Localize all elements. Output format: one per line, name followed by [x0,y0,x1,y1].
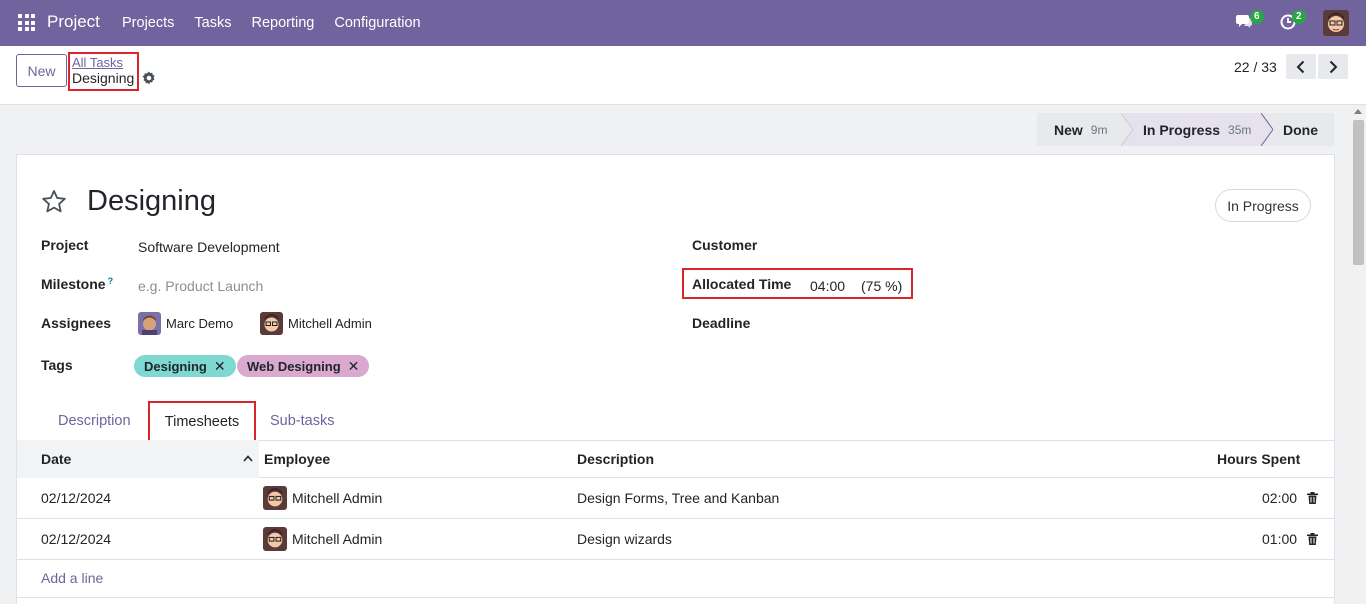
breadcrumb-current: Designing [72,70,135,86]
milestone-field[interactable]: e.g. Product Launch [138,278,263,294]
new-button[interactable]: New [16,54,67,87]
control-panel: New All Tasks Designing 22 / 33 [0,46,1366,105]
menu-configuration[interactable]: Configuration [334,15,420,31]
breadcrumb-all-tasks[interactable]: All Tasks [72,56,137,70]
assignee-name: Mitchell Admin [288,316,372,331]
allocated-time-percent: (75 %) [861,278,903,294]
scroll-thumb[interactable] [1353,120,1364,265]
stage-duration: 35m [1228,122,1252,137]
avatar [263,527,287,551]
milestone-label: Milestone? [41,276,114,292]
pager-value[interactable]: 22 / 33 [1234,59,1277,75]
assignee-mitchell-admin[interactable]: Mitchell Admin [260,312,372,335]
user-avatar[interactable] [1323,10,1349,36]
pager-next-button[interactable] [1318,54,1348,79]
chevron-left-icon [1296,60,1305,73]
column-hours-spent[interactable]: Hours Spent [1217,440,1300,478]
column-date[interactable]: Date [17,440,259,478]
column-employee[interactable]: Employee [264,440,330,478]
stage-label: Done [1283,121,1318,138]
pager-previous-button[interactable] [1286,54,1316,79]
column-description[interactable]: Description [577,440,654,478]
allocated-time-label: Allocated Time [692,276,792,292]
page-scrollbar[interactable] [1351,105,1366,604]
delete-row-button[interactable] [1307,519,1318,559]
app-brand[interactable]: Project [47,12,100,32]
tab-description[interactable]: Description [58,401,131,441]
table-row[interactable]: 02/12/2024 Mitchell Admin Design Forms, … [17,478,1334,519]
stage-statusbar: New 9m In Progress 35m Done [1037,113,1334,146]
trash-icon [1307,533,1318,545]
activities-badge: 2 [1292,10,1306,24]
form-sheet: Designing In Progress Project Software D… [16,154,1335,604]
scroll-up-icon[interactable] [1354,109,1362,114]
stage-arrow-icon [1121,113,1133,146]
allocated-time-field[interactable]: 04:00 [810,278,845,294]
project-label: Project [41,237,89,253]
chevron-right-icon [1329,60,1338,73]
table-row[interactable]: 02/12/2024 Mitchell Admin Design wizards… [17,519,1334,560]
main-menu: Projects Tasks Reporting Configuration [122,15,441,31]
cell-date: 02/12/2024 [41,490,112,506]
sort-ascending-icon [243,455,253,462]
stage-label: New [1054,121,1083,138]
tab-timesheets[interactable]: Timesheets [148,401,256,442]
remove-tag-icon[interactable]: ✕ [214,358,226,375]
cell-employee: Mitchell Admin [263,519,382,559]
cell-description: Design Forms, Tree and Kanban [577,490,780,506]
menu-reporting[interactable]: Reporting [251,15,314,31]
cell-employee: Mitchell Admin [263,478,382,518]
star-icon[interactable] [41,189,67,215]
cell-date: 02/12/2024 [41,531,112,547]
cell-hours: 01:00 [1262,531,1298,547]
notebook-tabs: Description Timesheets Sub-tasks [17,401,1334,442]
timesheets-table: Date Employee Description Hours Spent 02… [17,440,1334,598]
table-divider [17,597,1334,598]
stage-new[interactable]: New 9m [1037,113,1133,146]
cell-hours: 02:00 [1262,490,1298,506]
menu-projects[interactable]: Projects [122,15,174,31]
project-field[interactable]: Software Development [138,239,280,255]
deadline-label: Deadline [692,315,751,331]
task-title[interactable]: Designing [87,185,216,218]
trash-icon [1307,492,1318,504]
gear-icon[interactable] [142,71,156,85]
tag-web-designing[interactable]: Web Designing ✕ [237,355,370,377]
delete-row-button[interactable] [1307,478,1318,518]
tab-sub-tasks[interactable]: Sub-tasks [270,401,334,441]
tags-label: Tags [41,357,73,373]
avatar [260,312,283,335]
stage-label: In Progress [1143,121,1221,138]
cell-description: Design wizards [577,531,672,547]
remove-tag-icon[interactable]: ✕ [348,358,360,375]
tag-designing[interactable]: Designing ✕ [134,355,236,377]
apps-menu-icon[interactable] [18,14,35,31]
avatar [263,486,287,510]
avatar [138,312,161,335]
customer-label: Customer [692,237,758,253]
menu-tasks[interactable]: Tasks [194,15,231,31]
messages-badge: 6 [1250,10,1264,24]
add-line-link[interactable]: Add a line [41,570,103,586]
task-state-button[interactable]: In Progress [1215,189,1311,222]
top-navbar: Project Projects Tasks Reporting Configu… [0,0,1366,46]
assignee-name: Marc Demo [166,316,234,331]
stage-in-progress[interactable]: In Progress 35m [1121,113,1273,146]
assignees-label: Assignees [41,315,112,331]
assignee-marc-demo[interactable]: Marc Demo [138,312,233,335]
table-header: Date Employee Description Hours Spent [17,440,1334,478]
help-icon[interactable]: ? [108,276,114,286]
breadcrumb: All Tasks Designing [68,52,139,91]
stage-arrow-icon [1261,113,1273,146]
stage-duration: 9m [1090,122,1108,137]
